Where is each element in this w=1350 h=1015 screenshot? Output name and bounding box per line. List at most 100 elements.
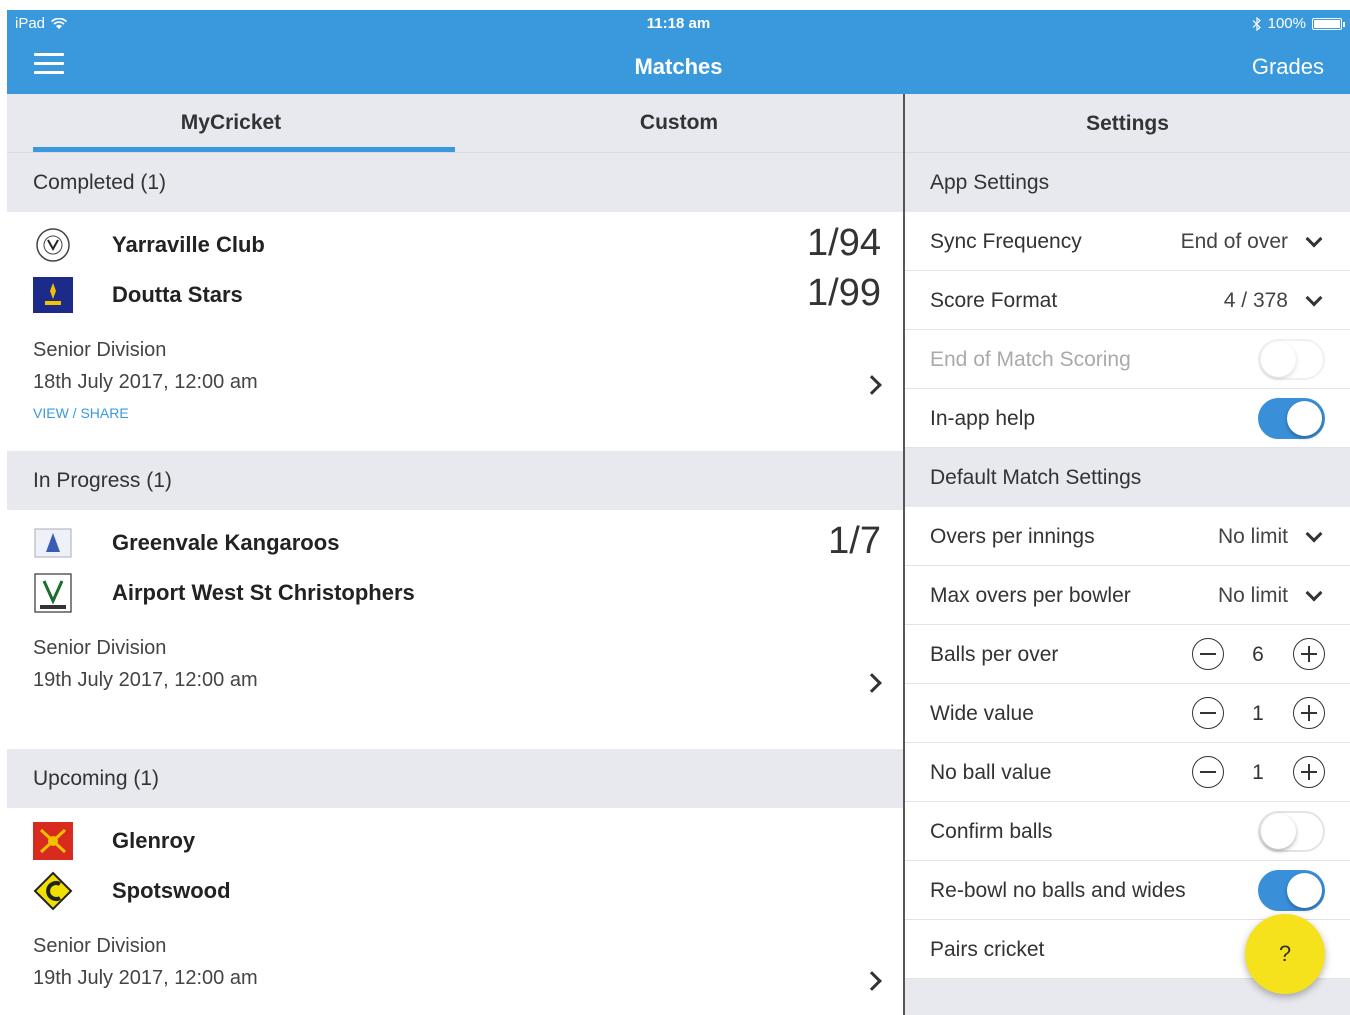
chevron-right-icon [862, 375, 882, 395]
matches-pane: MyCricket Custom Completed (1) Yarravill… [7, 94, 903, 1015]
glenroy-logo-icon [33, 821, 73, 861]
confirm-balls-toggle[interactable] [1258, 811, 1325, 852]
help-button[interactable]: ? [1245, 914, 1325, 994]
team-row: Yarraville Club [33, 225, 265, 265]
decrement-button[interactable] [1192, 697, 1224, 729]
section-header-in-progress: In Progress (1) [7, 451, 903, 510]
battery-icon [1312, 17, 1345, 30]
greenvale-logo-icon [33, 523, 73, 563]
match-division: Senior Division [33, 935, 167, 957]
doutta-stars-logo-icon [33, 275, 73, 315]
toggle-knob [1261, 342, 1296, 377]
section-header-upcoming: Upcoming (1) [7, 749, 903, 808]
toggle-knob [1287, 401, 1322, 436]
increment-button[interactable] [1293, 756, 1325, 788]
tab-bar: MyCricket Custom [7, 94, 903, 153]
balls-per-over-row: Balls per over 6 [905, 625, 1350, 684]
row-label: Balls per over [930, 643, 1059, 666]
sync-frequency-value: End of over [1180, 230, 1288, 253]
row-label: End of Match Scoring [930, 348, 1131, 371]
chevron-down-icon[interactable] [1305, 584, 1323, 602]
settings-pane: Settings App Settings Sync Frequency End… [905, 94, 1350, 1015]
status-bar: iPad 11:18 am 100% [7, 10, 1350, 36]
status-time: 11:18 am [646, 15, 711, 32]
row-label: Re-bowl no balls and wides [930, 879, 1186, 902]
top-bar: iPad 11:18 am 100% Matches Grades [7, 10, 1350, 94]
in-app-help-row: In-app help [905, 389, 1350, 448]
chevron-right-icon [862, 971, 882, 991]
match-date: 19th July 2017, 12:00 am [33, 669, 258, 691]
overs-per-innings-value: No limit [1217, 525, 1288, 548]
chevron-down-icon[interactable] [1305, 525, 1323, 543]
chevron-right-icon [862, 673, 882, 693]
sync-frequency-row[interactable]: Sync Frequency End of over [905, 212, 1350, 271]
row-label: Max overs per bowler [930, 584, 1131, 607]
section-header-app-settings: App Settings [930, 171, 1050, 194]
airport-west-logo-icon [33, 573, 73, 613]
settings-title: Settings [905, 94, 1350, 153]
row-label: Score Format [930, 289, 1058, 312]
end-of-match-scoring-toggle [1258, 339, 1325, 380]
bluetooth-icon [1252, 16, 1261, 31]
team-score: 1/94 [807, 222, 881, 264]
nav-bar: Matches Grades [7, 36, 1350, 94]
row-label: In-app help [930, 407, 1036, 430]
balls-per-over-value: 6 [1252, 643, 1264, 666]
overs-per-innings-row[interactable]: Overs per innings No limit [905, 507, 1350, 566]
tab-custom[interactable]: Custom [455, 94, 903, 152]
section-header-default-match-settings: Default Match Settings [930, 466, 1142, 489]
match-division: Senior Division [33, 339, 167, 361]
team-row: Doutta Stars [33, 275, 243, 315]
no-ball-value: 1 [1252, 761, 1264, 784]
match-date: 19th July 2017, 12:00 am [33, 967, 258, 989]
wide-value: 1 [1252, 702, 1264, 725]
row-label: Overs per innings [930, 525, 1095, 548]
team-row: Spotswood [33, 871, 231, 911]
toggle-knob [1287, 873, 1322, 908]
match-card[interactable]: Greenvale Kangaroos 1/7 Airport West St … [7, 510, 903, 749]
section-header-completed: Completed (1) [7, 153, 903, 212]
score-format-row[interactable]: Score Format 4 / 378 [905, 271, 1350, 330]
confirm-balls-row: Confirm balls [905, 802, 1350, 861]
max-overs-per-bowler-value: No limit [1217, 584, 1288, 607]
match-division: Senior Division [33, 637, 167, 659]
match-card[interactable]: Yarraville Club 1/94 Doutta Stars 1/99 S… [7, 212, 903, 451]
team-name: Glenroy [112, 828, 196, 853]
battery-percent: 100% [1267, 15, 1306, 32]
match-card[interactable]: Glenroy Spotswood Senior Division 19th J… [7, 808, 903, 1013]
increment-button[interactable] [1293, 638, 1325, 670]
team-row: Glenroy [33, 821, 195, 861]
match-date: 18th July 2017, 12:00 am [33, 371, 258, 393]
view-share-link[interactable]: VIEW / SHARE [33, 405, 129, 421]
chevron-down-icon[interactable] [1305, 230, 1323, 248]
end-of-match-scoring-row: End of Match Scoring [905, 330, 1350, 389]
grades-button[interactable]: Grades [1252, 54, 1324, 80]
increment-button[interactable] [1293, 697, 1325, 729]
page-title: Matches [634, 54, 723, 79]
status-right: 100% [1252, 15, 1345, 32]
rebowl-toggle[interactable] [1258, 870, 1325, 911]
team-score: 1/7 [828, 520, 881, 562]
team-score: 1/99 [807, 272, 881, 314]
team-row: Airport West St Christophers [33, 573, 415, 613]
row-label: Confirm balls [930, 820, 1053, 843]
chevron-down-icon[interactable] [1305, 289, 1323, 307]
row-label: Pairs cricket [930, 938, 1045, 961]
decrement-button[interactable] [1192, 756, 1224, 788]
team-name: Yarraville Club [112, 232, 265, 257]
max-overs-per-bowler-row[interactable]: Max overs per bowler No limit [905, 566, 1350, 625]
rebowl-row: Re-bowl no balls and wides [905, 861, 1350, 920]
in-app-help-toggle[interactable] [1258, 398, 1325, 439]
row-label: No ball value [930, 761, 1052, 784]
team-name: Spotswood [112, 878, 231, 903]
team-name: Doutta Stars [112, 282, 243, 307]
wide-value-row: Wide value 1 [905, 684, 1350, 743]
decrement-button[interactable] [1192, 638, 1224, 670]
yarraville-logo-icon [33, 225, 73, 265]
tab-mycricket[interactable]: MyCricket [7, 94, 455, 152]
row-label: Wide value [930, 702, 1034, 725]
toggle-knob [1261, 814, 1296, 849]
team-name: Airport West St Christophers [112, 580, 415, 605]
row-label: Sync Frequency [930, 230, 1082, 253]
spotswood-logo-icon [33, 871, 73, 911]
